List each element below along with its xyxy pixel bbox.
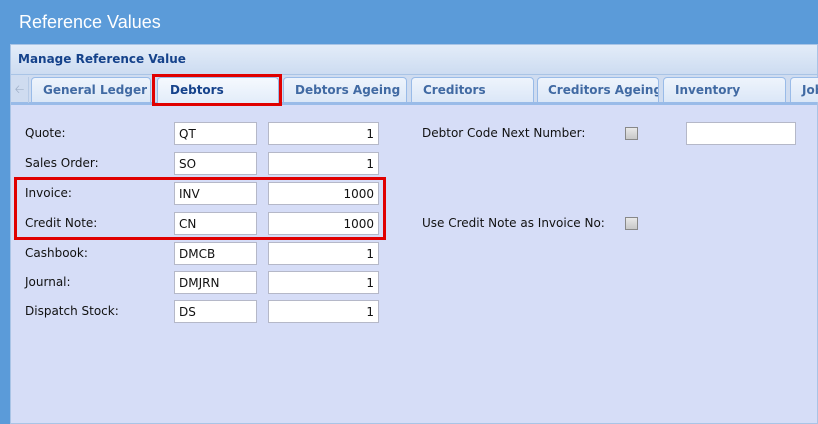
row-label: Quote: bbox=[25, 126, 66, 140]
next-number-input[interactable]: 1 bbox=[268, 122, 379, 145]
tab-general-ledger[interactable]: General Ledger bbox=[31, 77, 151, 102]
panel-title: Manage Reference Value bbox=[11, 45, 817, 75]
use-credit-note-checkbox[interactable] bbox=[625, 217, 638, 230]
tab-bar: 🡠 General Ledger Debtors Debtors Ageing … bbox=[11, 75, 818, 105]
prefix-input[interactable]: QT bbox=[174, 122, 257, 145]
use-credit-note-label: Use Credit Note as Invoice No: bbox=[422, 216, 605, 230]
next-number-input[interactable]: 1 bbox=[268, 152, 379, 175]
prefix-input[interactable]: SO bbox=[174, 152, 257, 175]
row-label: Dispatch Stock: bbox=[25, 304, 119, 318]
prefix-input[interactable]: DMCB bbox=[174, 242, 257, 265]
next-number-input[interactable]: 1 bbox=[268, 271, 379, 294]
row-label: Sales Order: bbox=[25, 156, 99, 170]
debtor-code-next-number-checkbox[interactable] bbox=[625, 127, 638, 140]
prefix-input[interactable]: DMJRN bbox=[174, 271, 257, 294]
tab-creditors-ageing[interactable]: Creditors Ageing bbox=[537, 77, 659, 102]
tab-job[interactable]: Job bbox=[790, 77, 818, 102]
scroll-left-icon[interactable]: 🡠 bbox=[11, 77, 29, 103]
tab-creditors[interactable]: Creditors bbox=[411, 77, 534, 102]
debtor-code-next-number-label: Debtor Code Next Number: bbox=[422, 126, 586, 140]
window-title: Reference Values bbox=[19, 12, 161, 32]
tab-debtors-ageing[interactable]: Debtors Ageing bbox=[283, 77, 407, 102]
invoice-credit-note-highlight bbox=[14, 177, 386, 240]
row-label: Cashbook: bbox=[25, 246, 88, 260]
tab-inventory[interactable]: Inventory bbox=[663, 77, 786, 102]
row-label: Journal: bbox=[25, 275, 71, 289]
prefix-input[interactable]: DS bbox=[174, 300, 257, 323]
debtors-tab-highlight bbox=[152, 74, 282, 106]
debtor-code-next-number-input[interactable] bbox=[686, 122, 796, 145]
next-number-input[interactable]: 1 bbox=[268, 242, 379, 265]
next-number-input[interactable]: 1 bbox=[268, 300, 379, 323]
